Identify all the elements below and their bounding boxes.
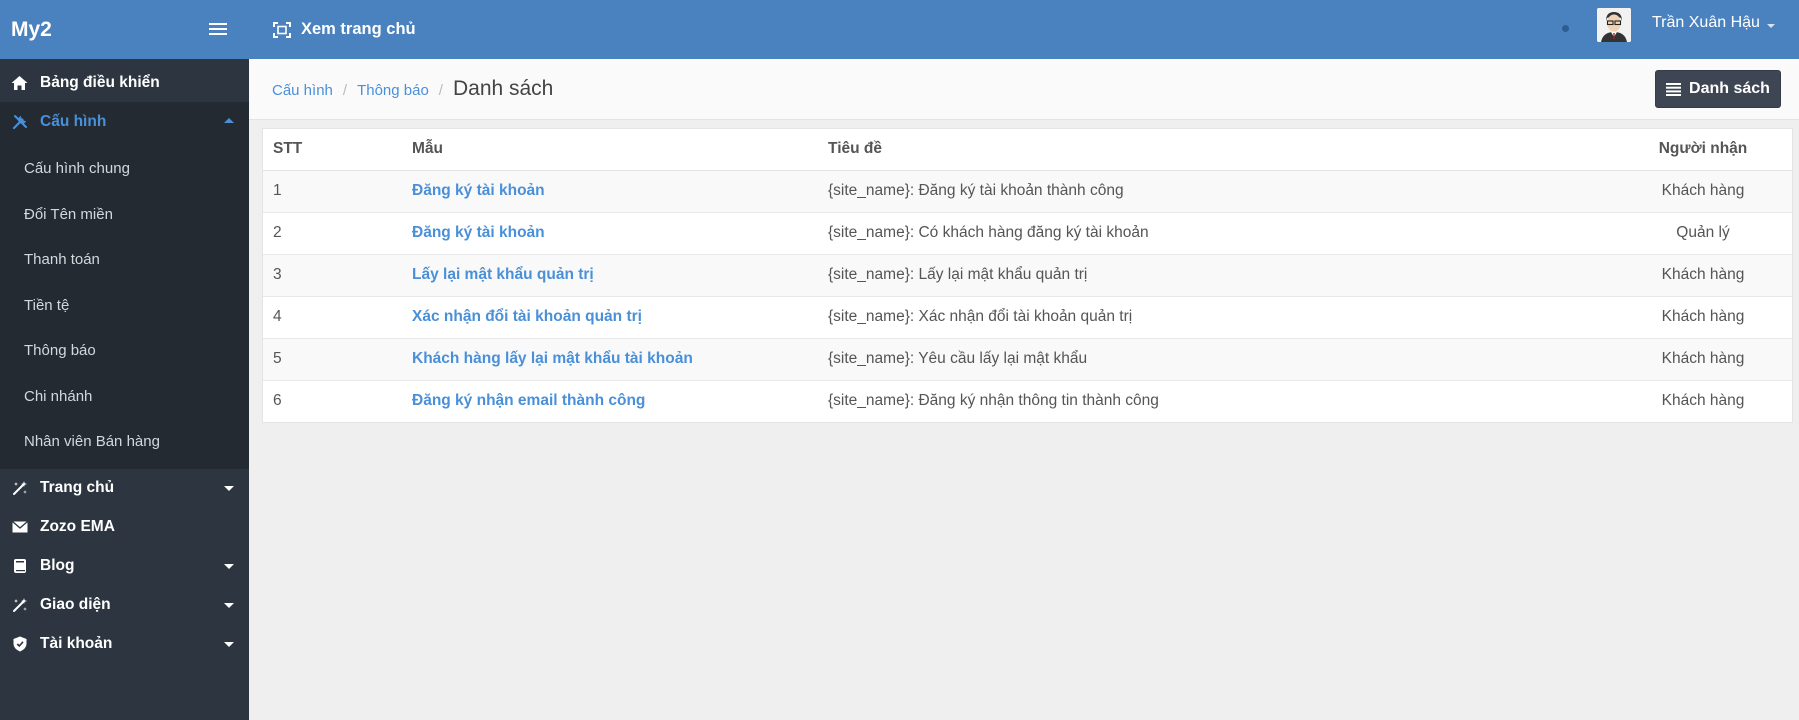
breadcrumb-separator: / bbox=[438, 82, 443, 99]
sidebar-item-label: Tài khoản bbox=[40, 635, 113, 652]
envelope-icon bbox=[11, 519, 28, 536]
view-homepage-link[interactable]: Xem trang chủ bbox=[273, 20, 416, 39]
cell-recipient: Khách hàng bbox=[1614, 338, 1792, 381]
sidebar: My2 Bảng điều khiển Cấu hình Cấu hình ch… bbox=[0, 0, 249, 720]
sidebar-item-config[interactable]: Cấu hình bbox=[0, 102, 249, 141]
expand-icon bbox=[273, 21, 291, 38]
user-name[interactable]: Trần Xuân Hậu bbox=[1652, 14, 1760, 32]
cell-recipient: Khách hàng bbox=[1614, 254, 1792, 297]
list-button[interactable]: Danh sách bbox=[1655, 70, 1781, 108]
brand-bar: My2 bbox=[0, 0, 249, 59]
sidebar-item-homepage[interactable]: Trang chủ bbox=[0, 469, 249, 508]
sidebar-item-label: Giao diện bbox=[40, 596, 111, 613]
chevron-down-icon bbox=[224, 641, 234, 647]
table-header-row: STT Mẫu Tiêu đề Người nhận bbox=[263, 129, 1792, 171]
column-header-stt: STT bbox=[263, 129, 402, 171]
cell-template: Đăng ký nhận email thành công bbox=[402, 380, 818, 422]
view-homepage-label: Xem trang chủ bbox=[301, 20, 416, 38]
submenu-item-currency[interactable]: Tiền tệ bbox=[0, 283, 249, 329]
cell-recipient: Khách hàng bbox=[1614, 296, 1792, 339]
cell-stt: 5 bbox=[263, 338, 402, 381]
sidebar-item-blog[interactable]: Blog bbox=[0, 547, 249, 586]
cell-stt: 4 bbox=[263, 296, 402, 339]
breadcrumb-separator: / bbox=[342, 82, 348, 99]
sidebar-item-account[interactable]: Tài khoản bbox=[0, 625, 249, 664]
table-row: 6 Đăng ký nhận email thành công {site_na… bbox=[263, 380, 1792, 422]
chevron-up-icon bbox=[224, 118, 234, 123]
cell-stt: 6 bbox=[273, 392, 282, 410]
submenu-item-change-domain[interactable]: Đổi Tên miền bbox=[0, 192, 249, 238]
cell-subject: {site_name}: Yêu cầu lấy lại mật khẩu bbox=[818, 338, 1614, 381]
cell-stt: 2 bbox=[263, 212, 402, 255]
book-icon bbox=[11, 558, 28, 575]
table-row: 4 Xác nhận đổi tài khoản quản trị {site_… bbox=[263, 296, 1792, 339]
cell-template: Đăng ký tài khoản bbox=[402, 212, 818, 255]
template-link[interactable]: Đăng ký tài khoản bbox=[412, 224, 545, 241]
template-link[interactable]: Đăng ký nhận email thành công bbox=[412, 392, 645, 409]
cell-stt: 1 bbox=[263, 170, 402, 213]
magic-wand-icon bbox=[11, 480, 28, 497]
sidebar-item-label: Blog bbox=[40, 557, 75, 574]
submenu-item-payment[interactable]: Thanh toán bbox=[0, 237, 249, 283]
sidebar-item-dashboard[interactable]: Bảng điều khiển bbox=[0, 63, 249, 102]
top-header: Xem trang chủ Trần Xuân Hậu bbox=[249, 0, 1799, 59]
cell-subject: {site_name}: Xác nhận đổi tài khoản quản… bbox=[818, 296, 1614, 339]
template-link[interactable]: Xác nhận đổi tài khoản quản trị bbox=[412, 308, 642, 325]
page-title: Danh sách bbox=[452, 77, 554, 100]
chevron-down-icon bbox=[224, 602, 234, 608]
sidebar-item-label: Zozo EMA bbox=[40, 518, 115, 535]
shield-icon bbox=[11, 636, 28, 653]
home-icon bbox=[11, 74, 28, 91]
list-button-label: Danh sách bbox=[1689, 80, 1770, 97]
table-row: 5 Khách hàng lấy lại mật khẩu tài khoản … bbox=[263, 338, 1792, 381]
chevron-down-icon bbox=[224, 563, 234, 569]
magic-wand-icon bbox=[11, 597, 28, 614]
cell-subject: {site_name}: Lấy lại mật khẩu quản trị bbox=[818, 254, 1614, 297]
config-submenu: Cấu hình chung Đổi Tên miền Thanh toán T… bbox=[0, 141, 249, 469]
sidebar-item-label: Trang chủ bbox=[40, 479, 115, 496]
cell-recipient: Quản lý bbox=[1614, 212, 1792, 255]
user-avatar[interactable] bbox=[1597, 8, 1631, 42]
sidebar-item-theme[interactable]: Giao diện bbox=[0, 586, 249, 625]
cell-subject: {site_name}: Đăng ký nhận thông tin thàn… bbox=[828, 392, 1159, 410]
template-link[interactable]: Lấy lại mật khẩu quản trị bbox=[412, 266, 594, 283]
list-icon bbox=[1666, 82, 1682, 96]
column-header-subject: Tiêu đề bbox=[818, 129, 1614, 171]
submenu-item-sales-staff[interactable]: Nhân viên Bán hàng bbox=[0, 419, 249, 465]
chevron-down-icon bbox=[224, 485, 234, 491]
template-link[interactable]: Đăng ký tài khoản bbox=[412, 182, 545, 199]
cell-template: Khách hàng lấy lại mật khẩu tài khoản bbox=[402, 338, 818, 381]
brand-logo[interactable]: My2 bbox=[11, 18, 52, 42]
breadcrumb-bar: Cấu hình / Thông báo / Danh sách Danh sá… bbox=[249, 59, 1799, 120]
column-header-template: Mẫu bbox=[402, 129, 818, 171]
tools-icon bbox=[11, 113, 28, 130]
cell-subject: {site_name}: Đăng ký tài khoản thành côn… bbox=[818, 170, 1614, 213]
template-link[interactable]: Khách hàng lấy lại mật khẩu tài khoản bbox=[412, 350, 693, 367]
breadcrumb-item-config[interactable]: Cấu hình bbox=[272, 82, 333, 99]
submenu-item-notifications[interactable]: Thông báo bbox=[0, 328, 249, 374]
sidebar-item-label: Bảng điều khiển bbox=[40, 73, 160, 91]
breadcrumb-item-notifications[interactable]: Thông báo bbox=[357, 82, 429, 99]
column-header-recipient: Người nhận bbox=[1614, 129, 1792, 171]
cell-stt: 3 bbox=[263, 254, 402, 297]
status-dot bbox=[1562, 25, 1569, 32]
cell-recipient: Khách hàng bbox=[1661, 392, 1745, 410]
table-row: 2 Đăng ký tài khoản {site_name}: Có khác… bbox=[263, 212, 1792, 255]
cell-template: Lấy lại mật khẩu quản trị bbox=[402, 254, 818, 297]
notification-table-panel: STT Mẫu Tiêu đề Người nhận 1 Đăng ký tài… bbox=[262, 128, 1793, 423]
chevron-down-icon[interactable] bbox=[1767, 24, 1775, 28]
submenu-item-general-config[interactable]: Cấu hình chung bbox=[0, 146, 249, 192]
cell-template: Đăng ký tài khoản bbox=[402, 170, 818, 213]
cell-template: Xác nhận đổi tài khoản quản trị bbox=[402, 296, 818, 339]
sidebar-item-label: Cấu hình bbox=[40, 112, 107, 130]
notification-table: STT Mẫu Tiêu đề Người nhận 1 Đăng ký tài… bbox=[263, 129, 1792, 422]
submenu-item-branches[interactable]: Chi nhánh bbox=[0, 374, 249, 420]
cell-recipient: Khách hàng bbox=[1614, 170, 1792, 213]
cell-subject: {site_name}: Có khách hàng đăng ký tài k… bbox=[818, 212, 1614, 255]
breadcrumb: Cấu hình / Thông báo / Danh sách bbox=[272, 77, 553, 101]
table-row: 3 Lấy lại mật khẩu quản trị {site_name}:… bbox=[263, 254, 1792, 297]
sidebar-item-zozo-ema[interactable]: Zozo EMA bbox=[0, 508, 249, 547]
table-row: 1 Đăng ký tài khoản {site_name}: Đăng ký… bbox=[263, 170, 1792, 213]
menu-toggle-icon[interactable] bbox=[209, 23, 227, 36]
